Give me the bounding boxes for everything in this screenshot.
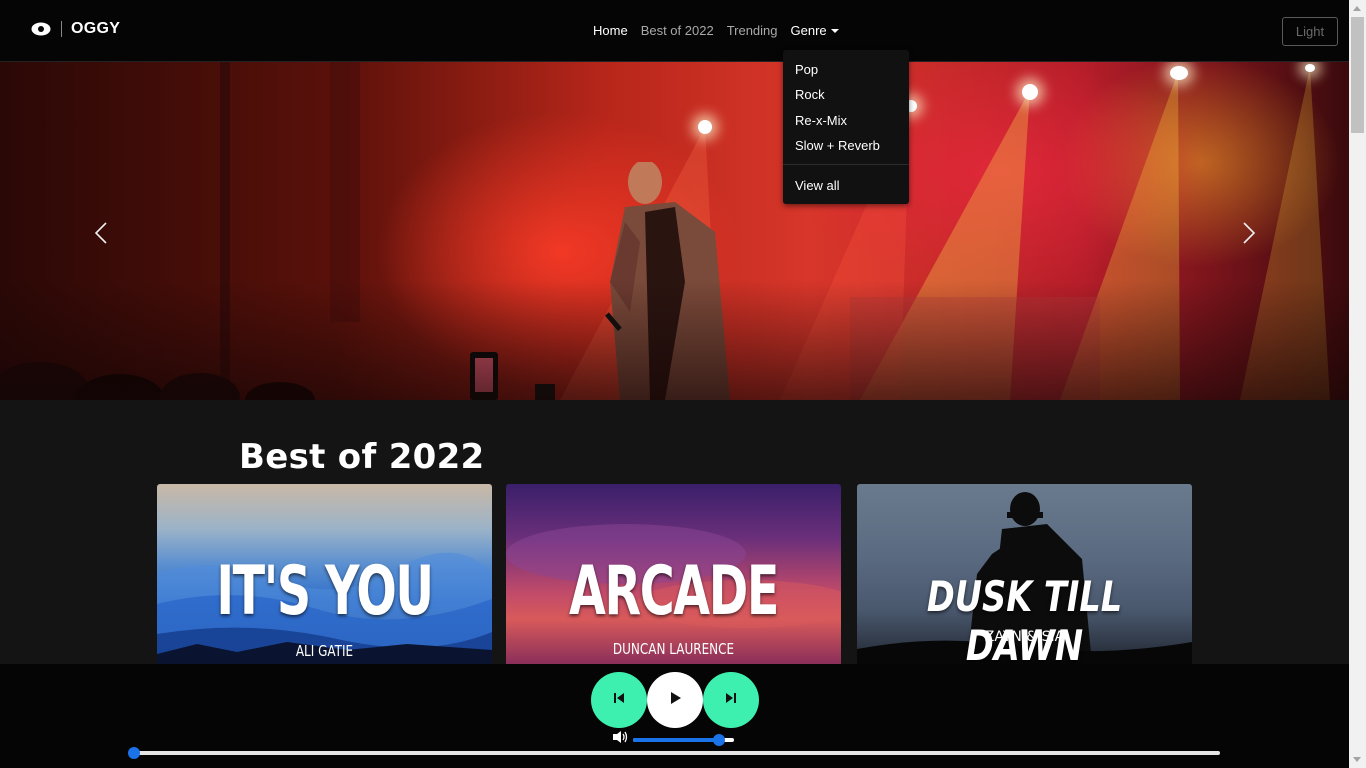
- play-icon: [667, 690, 683, 711]
- card-title: DUSK TILL DAWN: [926, 572, 1123, 664]
- previous-track-button[interactable]: [591, 672, 647, 728]
- volume-control: [612, 730, 734, 749]
- nav-link-genre[interactable]: Genre: [791, 23, 839, 38]
- carousel-prev-button[interactable]: [87, 218, 117, 248]
- brand-separator: [61, 21, 62, 37]
- dropdown-item-re-x-mix[interactable]: Re-x-Mix: [795, 113, 847, 128]
- play-button[interactable]: [647, 672, 703, 728]
- section-title: Best of 2022: [239, 437, 485, 477]
- seek-slider[interactable]: [128, 747, 1220, 759]
- dropdown-divider: [783, 164, 909, 165]
- dropdown-item-slow-reverb[interactable]: Slow + Reverb: [795, 138, 880, 153]
- next-track-button[interactable]: [703, 672, 759, 728]
- nav-link-best-of-2022[interactable]: Best of 2022: [641, 23, 714, 38]
- chevron-right-icon: [1233, 218, 1263, 248]
- stage-light: [1170, 66, 1188, 80]
- nav-link-trending[interactable]: Trending: [727, 23, 778, 38]
- card-artist: DUNCAN LAURENCE: [612, 640, 735, 658]
- volume-icon[interactable]: [612, 730, 628, 749]
- card-artist: ALI GATIE: [295, 642, 354, 660]
- page-scrollbar[interactable]: [1349, 0, 1366, 768]
- eye-logo-icon: [31, 22, 51, 36]
- card-title: IT'S YOU: [216, 552, 434, 631]
- nav-link-genre-label: Genre: [790, 23, 827, 38]
- seek-slider-thumb[interactable]: [128, 747, 140, 759]
- volume-slider-thumb[interactable]: [712, 733, 725, 746]
- carousel-next-button[interactable]: [1233, 218, 1263, 248]
- dropdown-item-pop[interactable]: Pop: [795, 62, 818, 77]
- dropdown-item-view-all[interactable]: View all: [795, 178, 840, 193]
- scroll-down-arrow-icon[interactable]: [1353, 757, 1361, 762]
- genre-dropdown-menu: Pop Rock Re-x-Mix Slow + Reverb View all: [783, 50, 909, 204]
- scroll-up-arrow-icon[interactable]: [1353, 6, 1361, 11]
- chevron-left-icon: [87, 218, 117, 248]
- volume-slider[interactable]: [633, 733, 734, 746]
- skip-previous-icon: [612, 691, 626, 710]
- song-card[interactable]: DUSK TILL DAWN ZAYN & SIA: [857, 484, 1192, 664]
- card-artist: ZAYN & SIA: [984, 629, 1065, 645]
- hero-shade: [0, 280, 1349, 400]
- scrollbar-thumb[interactable]: [1351, 17, 1364, 133]
- brand-name: OGGY: [71, 20, 121, 37]
- navbar: OGGY Home Best of 2022 Trending Genre Li…: [0, 0, 1349, 62]
- card-title: ARCADE: [569, 552, 779, 631]
- song-card[interactable]: ARCADE DUNCAN LAURENCE: [506, 484, 841, 664]
- caret-down-icon: [830, 28, 839, 33]
- nav-link-home[interactable]: Home: [593, 23, 628, 38]
- volume-slider-fill: [633, 737, 719, 742]
- theme-toggle-button[interactable]: Light: [1282, 17, 1338, 46]
- song-card[interactable]: IT'S YOU ALI GATIE: [157, 484, 492, 664]
- dropdown-item-rock[interactable]: Rock: [795, 87, 825, 102]
- stage-light: [1305, 64, 1315, 72]
- music-player-bar: [0, 664, 1349, 768]
- brand[interactable]: OGGY: [31, 20, 120, 38]
- hero-carousel: [0, 62, 1349, 400]
- skip-next-icon: [724, 691, 738, 710]
- stage-light: [1022, 84, 1038, 100]
- stage-light: [698, 120, 712, 134]
- nav-links: Home Best of 2022 Trending Genre: [593, 23, 852, 38]
